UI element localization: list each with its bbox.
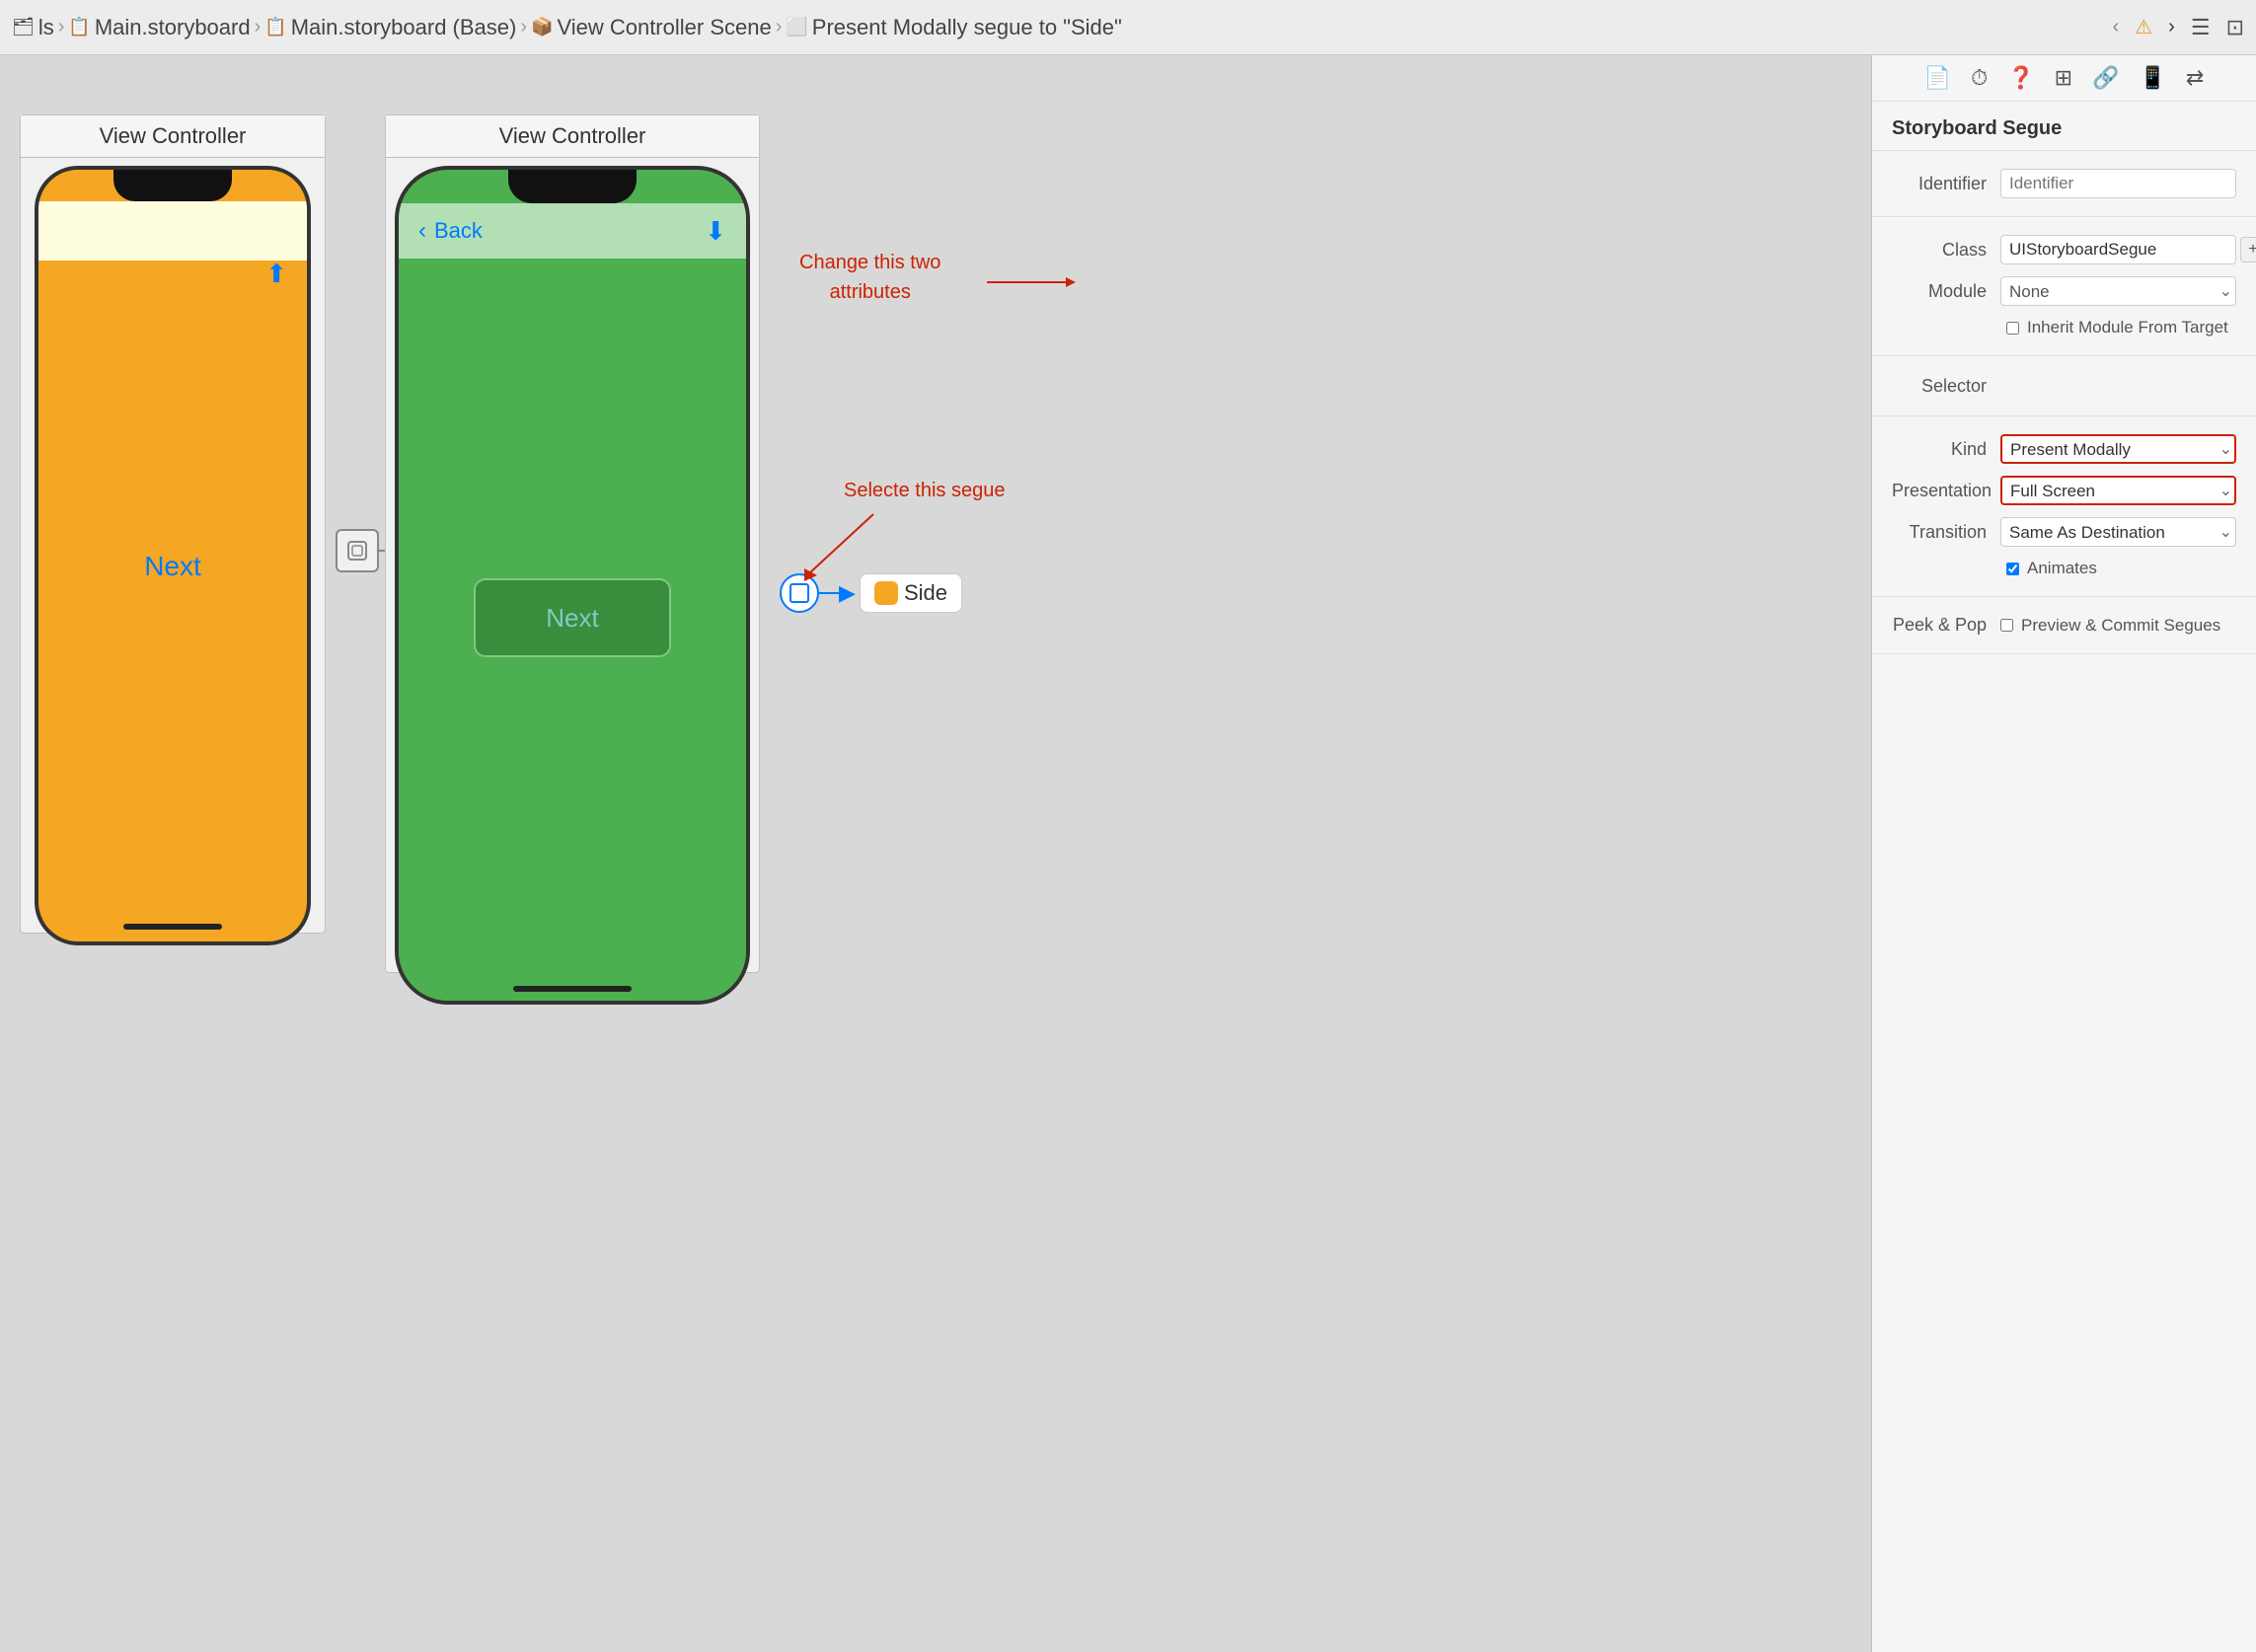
panel-icon-clock[interactable]: ⏱ <box>1971 65 1988 91</box>
panel-inherit-label: Inherit Module From Target <box>2027 318 2228 338</box>
panel-module-select-wrap: None ⌄ <box>2000 276 2236 306</box>
breadcrumb-segue[interactable]: ⬜ Present Modally segue to "Side" <box>786 15 1121 40</box>
breadcrumb-sep-3: › <box>520 16 527 38</box>
panel-module-row: Module None ⌄ <box>1872 270 2256 312</box>
panel-kind-label: Kind <box>1892 439 2000 460</box>
panel-class-section: Class + ▼ Module None ⌄ <box>1872 217 2256 356</box>
panel-class-label: Class <box>1892 240 2000 261</box>
breadcrumb-ls[interactable]: 🗂 ls <box>12 15 54 40</box>
canvas-area: View Controller Next ⬆ ▶ <box>0 55 1871 1652</box>
vc-first-title: View Controller <box>21 115 325 158</box>
home-bar-line-second <box>513 986 632 992</box>
download-icon-second[interactable]: ⬇ <box>705 216 726 247</box>
panel-class-plus-btn[interactable]: + <box>2240 237 2256 263</box>
home-bar-first <box>123 924 222 930</box>
panel-presentation-select[interactable]: Full Screen Automatic Page Sheet Form Sh… <box>2000 476 2236 505</box>
back-chevron-icon: ‹ <box>418 217 426 245</box>
breadcrumb-sep-4: › <box>776 16 783 38</box>
panel-presentation-select-wrap: Full Screen Automatic Page Sheet Form Sh… <box>2000 476 2236 505</box>
breadcrumb-sep-2: › <box>255 16 262 38</box>
panel-kind-select[interactable]: Present Modally Show Show Detail Present… <box>2000 434 2236 464</box>
panel-class-row: Class + ▼ <box>1872 229 2256 270</box>
panel-icon-swap[interactable]: ⇄ <box>2186 65 2204 91</box>
phone-notch-second <box>508 170 637 203</box>
panel-class-input[interactable] <box>2000 235 2236 264</box>
right-panel: 📄 ⏱ ❓ ⊞ 🔗 📱 ⇄ Storyboard Segue Identifie… <box>1871 55 2256 1652</box>
panel-identifier-section: Identifier <box>1872 151 2256 217</box>
phone-nav-second: ‹ Back ⬇ <box>399 203 746 259</box>
arrow-head-blue: ▶ <box>839 580 856 606</box>
panel-animates-checkbox[interactable] <box>2006 563 2019 575</box>
panel-icon-link[interactable]: 🔗 <box>2092 65 2119 91</box>
phone-top-area-first <box>38 201 307 261</box>
home-bar-second <box>399 977 746 1001</box>
breadcrumb-mainstoryboard[interactable]: 📋 Main.storyboard <box>68 15 250 40</box>
breadcrumb: 🗂 ls › 📋 Main.storyboard › 📋 Main.storyb… <box>12 15 1122 40</box>
phone-body-first: Next <box>38 261 307 872</box>
panel-identifier-input[interactable] <box>2000 169 2236 198</box>
vc-second-card: View Controller ‹ Back ⬇ Next <box>385 114 760 973</box>
phone-first: Next ⬆ <box>35 166 311 945</box>
share-icon-first[interactable]: ⬆ <box>265 259 287 289</box>
annotation-change: Change this twoattributes <box>799 248 940 307</box>
panel-peek-section: Peek & Pop Preview & Commit Segues <box>1872 597 2256 654</box>
panel-identifier-row: Identifier <box>1872 163 2256 204</box>
hamburger-icon[interactable]: ☰ <box>2191 15 2211 40</box>
panel-kind-row: Kind Present Modally Show Show Detail Pr… <box>1872 428 2256 470</box>
breadcrumb-scene[interactable]: 📦 View Controller Scene <box>531 15 772 40</box>
annotation-select-arrow <box>868 514 878 593</box>
panel-icon-phone[interactable]: 📱 <box>2139 65 2165 91</box>
panel-preview-label: Preview & Commit Segues <box>2021 616 2220 636</box>
phone-notch-first <box>113 170 232 201</box>
breadcrumb-sep-1: › <box>58 16 65 38</box>
panel-inherit-row: Inherit Module From Target <box>1872 312 2256 343</box>
breadcrumb-base[interactable]: 📋 Main.storyboard (Base) <box>264 15 516 40</box>
panel-animates-row: Animates <box>1872 553 2256 584</box>
panel-identifier-label: Identifier <box>1892 174 2000 194</box>
square-icon[interactable]: ⊡ <box>2226 15 2244 40</box>
nav-forward-button[interactable]: › <box>2168 16 2175 38</box>
panel-kind-section: Kind Present Modally Show Show Detail Pr… <box>1872 416 2256 597</box>
annotation-select: Selecte this segue <box>844 480 1005 502</box>
panel-icon-row: 📄 ⏱ ❓ ⊞ 🔗 📱 ⇄ <box>1872 55 2256 102</box>
panel-presentation-row: Presentation Full Screen Automatic Page … <box>1872 470 2256 511</box>
panel-selector-row: Selector <box>1872 368 2256 404</box>
panel-peek-row: Peek & Pop Preview & Commit Segues <box>1872 609 2256 641</box>
panel-icon-question[interactable]: ❓ <box>2007 65 2034 91</box>
segue-inner-square <box>790 583 809 603</box>
panel-module-select[interactable]: None <box>2000 276 2236 306</box>
next-button-second[interactable]: Next <box>474 578 671 657</box>
phone-second: ‹ Back ⬇ Next <box>395 166 750 1005</box>
top-bar-right: ‹ ⚠ › ☰ ⊡ <box>2113 15 2244 40</box>
panel-transition-select[interactable]: Same As Destination Default Cross Dissol… <box>2000 517 2236 547</box>
panel-icon-file[interactable]: 📄 <box>1924 65 1951 91</box>
panel-animates-label: Animates <box>2027 559 2097 578</box>
top-bar: 🗂 ls › 📋 Main.storyboard › 📋 Main.storyb… <box>0 0 2256 55</box>
panel-kind-select-wrap: Present Modally Show Show Detail Present… <box>2000 434 2236 464</box>
segue-circle-blue[interactable] <box>780 573 819 613</box>
panel-module-label: Module <box>1892 281 2000 302</box>
segue-icon-first[interactable] <box>336 529 379 572</box>
vc-first-card: View Controller Next ⬆ <box>20 114 326 934</box>
phone-body-second: Next <box>399 259 746 977</box>
vc-second-title: View Controller <box>386 115 759 158</box>
nav-back-button[interactable]: ‹ <box>2113 16 2120 38</box>
panel-peek-checkbox[interactable] <box>2000 619 2013 632</box>
panel-transition-select-wrap: Same As Destination Default Cross Dissol… <box>2000 517 2236 547</box>
panel-presentation-label: Presentation <box>1892 481 2000 501</box>
panel-transition-label: Transition <box>1892 522 2000 543</box>
panel-selector-label: Selector <box>1892 376 2000 397</box>
panel-class-wrap: + ▼ <box>2000 235 2256 264</box>
panel-selector-section: Selector <box>1872 356 2256 416</box>
back-label: Back <box>434 218 483 244</box>
panel-inherit-checkbox[interactable] <box>2006 322 2019 335</box>
panel-peek-label: Peek & Pop <box>1892 615 2000 636</box>
panel-icon-grid[interactable]: ⊞ <box>2055 65 2072 91</box>
warning-icon: ⚠ <box>2135 15 2152 39</box>
panel-transition-row: Transition Same As Destination Default C… <box>1872 511 2256 553</box>
annotation-change-arrow <box>987 267 1007 297</box>
next-label-first: Next <box>144 551 201 582</box>
panel-title: Storyboard Segue <box>1872 102 2256 151</box>
main-layout: View Controller Next ⬆ ▶ <box>0 55 2256 1652</box>
